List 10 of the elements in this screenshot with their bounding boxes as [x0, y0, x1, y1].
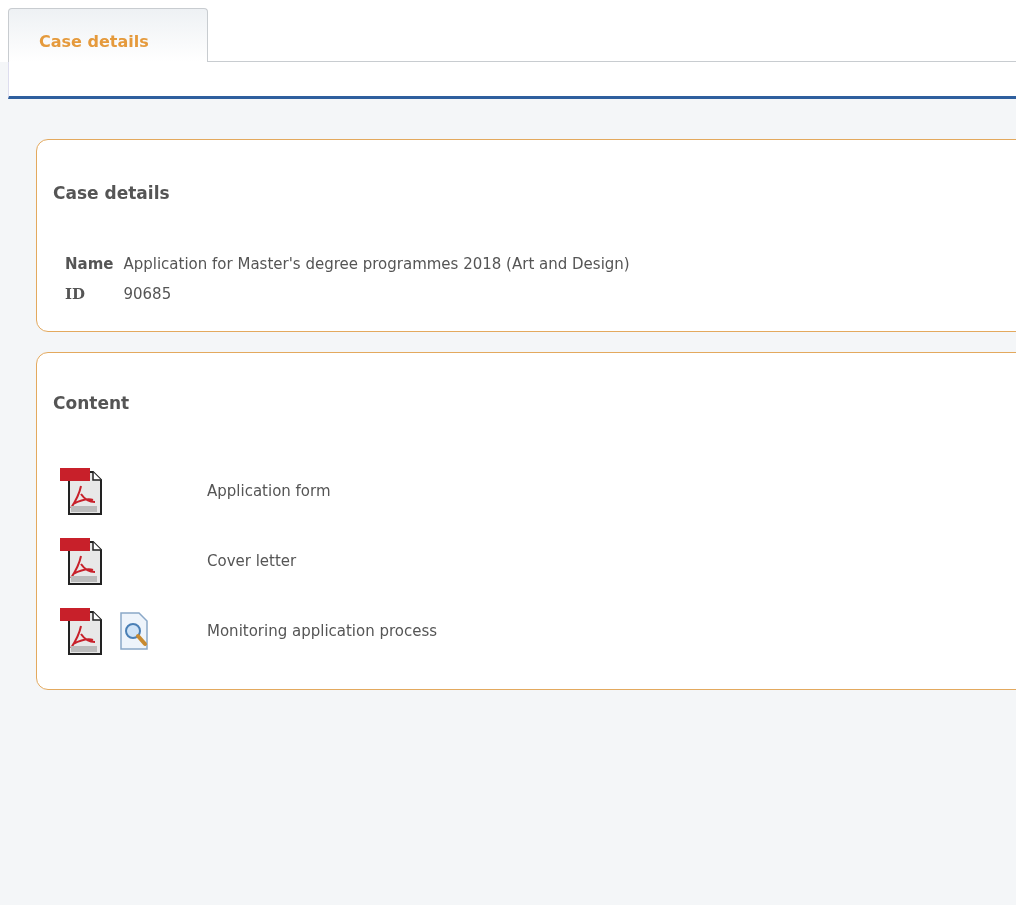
field-value: Application for Master's degree programmes 2018 (Art and Design) — [123, 255, 631, 273]
document-magnifier-icon[interactable] — [117, 611, 151, 651]
section-title: Content — [53, 393, 131, 413]
document-link[interactable]: Cover letter — [207, 552, 297, 570]
section-title: Case details — [53, 183, 171, 203]
field-label: ID — [65, 285, 87, 303]
field-value: 90685 — [123, 285, 173, 303]
field-label: Name — [65, 255, 114, 273]
document-link[interactable]: Application form — [207, 482, 331, 500]
document-link[interactable]: Monitoring application process — [207, 622, 438, 640]
